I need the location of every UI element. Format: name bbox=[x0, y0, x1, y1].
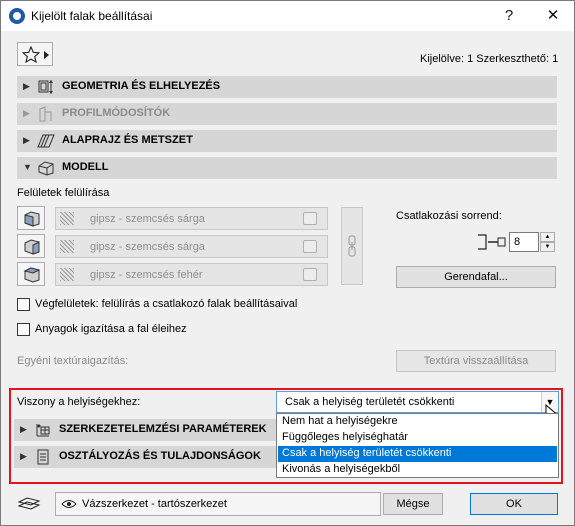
material-name: gipsz - szemcsés sárga bbox=[90, 241, 205, 253]
surface-outside-button[interactable] bbox=[17, 206, 45, 230]
section-model[interactable]: ▼ MODELL bbox=[17, 157, 557, 179]
align-materials-checkbox[interactable] bbox=[17, 323, 30, 336]
archicad-app-icon bbox=[9, 8, 25, 24]
texture-label: Egyéni textúraigazítás: bbox=[17, 355, 129, 367]
surface-material-3[interactable]: gipsz - szemcsés fehér bbox=[55, 263, 328, 286]
layer-select[interactable]: Vázszerkezet - tartószerkezet bbox=[55, 492, 381, 516]
end-surfaces-label: Végfelületek: felülírás a csatlakozó fal… bbox=[35, 298, 298, 310]
surfaces-label: Felületek felülírása bbox=[17, 187, 110, 199]
end-surfaces-checkbox[interactable] bbox=[17, 298, 30, 311]
surface-material-2[interactable]: gipsz - szemcsés sárga bbox=[55, 235, 328, 258]
spin-down-button[interactable]: ▼ bbox=[540, 242, 555, 252]
chain-link-icon bbox=[348, 235, 356, 257]
spin-up-button[interactable]: ▲ bbox=[540, 232, 555, 242]
section-label: ALAPRAJZ ÉS METSZET bbox=[62, 134, 193, 146]
expand-arrow-icon: ▶ bbox=[23, 81, 30, 91]
help-button[interactable]: ? bbox=[495, 4, 523, 28]
image-icon bbox=[303, 212, 317, 225]
ok-button[interactable]: OK bbox=[470, 493, 558, 515]
reset-texture-button[interactable]: Textúra visszaállítása bbox=[396, 350, 556, 372]
material-swatch bbox=[60, 268, 74, 281]
window-title: Kijelölt falak beállításai bbox=[31, 9, 153, 23]
selection-info: Kijelölve: 1 Szerkeszthető: 1 bbox=[420, 53, 559, 65]
chevron-right-icon bbox=[44, 51, 49, 59]
section-classification[interactable]: ▶ OSZTÁLYOZÁS ÉS TULAJDONSÁGOK bbox=[14, 446, 276, 468]
chain-link-button[interactable] bbox=[341, 207, 363, 285]
geometry-icon bbox=[38, 80, 53, 94]
surface-inside-button[interactable] bbox=[17, 262, 45, 286]
expand-arrow-icon: ▶ bbox=[23, 135, 30, 145]
zone-relation-dropdown: Nem hat a helyiségekre Függőleges helyis… bbox=[276, 413, 559, 478]
beam-wall-button[interactable]: Gerendafal... bbox=[396, 266, 556, 288]
dropdown-option[interactable]: Kivonás a helyiségekből bbox=[278, 462, 557, 478]
dropdown-option-selected[interactable]: Csak a helyiség területét csökkenti bbox=[278, 446, 557, 462]
image-icon bbox=[303, 240, 317, 253]
zone-relation-label: Viszony a helyiségekhez: bbox=[17, 396, 141, 408]
material-swatch bbox=[60, 212, 74, 225]
classification-icon bbox=[37, 449, 49, 465]
section-structural-analysis[interactable]: ▶ SZERKEZETELEMZÉSI PARAMÉTEREK bbox=[14, 419, 276, 441]
section-label: SZERKEZETELEMZÉSI PARAMÉTEREK bbox=[59, 423, 267, 435]
expand-arrow-icon: ▶ bbox=[20, 424, 27, 434]
material-name: gipsz - szemcsés fehér bbox=[90, 269, 203, 281]
star-icon bbox=[22, 46, 40, 63]
material-swatch bbox=[60, 240, 74, 253]
image-icon bbox=[303, 268, 317, 281]
dropdown-option[interactable]: Nem hat a helyiségekre bbox=[278, 414, 557, 430]
section-profile-modifiers[interactable]: ▶ PROFILMÓDOSÍTÓK bbox=[17, 103, 557, 125]
wall-face-inside-icon bbox=[23, 267, 41, 283]
collapse-arrow-icon: ▼ bbox=[23, 162, 32, 172]
floor-plan-icon bbox=[37, 134, 55, 148]
connection-order-input[interactable]: 8 bbox=[509, 232, 539, 252]
cancel-button[interactable]: Mégse bbox=[383, 493, 443, 515]
dropdown-option[interactable]: Függőleges helyiséghatár bbox=[278, 430, 557, 446]
close-button[interactable]: ✕ bbox=[539, 4, 567, 28]
section-label: PROFILMÓDOSÍTÓK bbox=[62, 107, 171, 119]
surface-material-1[interactable]: gipsz - szemcsés sárga bbox=[55, 207, 328, 230]
eye-icon bbox=[61, 500, 77, 508]
wall-face-edge-icon bbox=[24, 239, 40, 255]
profile-modifier-icon bbox=[39, 106, 52, 122]
title-bar: Kijelölt falak beállításai ? ✕ bbox=[1, 1, 574, 31]
expand-arrow-icon: ▶ bbox=[23, 108, 30, 118]
surface-edge-button[interactable] bbox=[17, 234, 45, 258]
section-geometry[interactable]: ▶ GEOMETRIA ÉS ELHELYEZÉS bbox=[17, 76, 557, 98]
layer-name: Vázszerkezet - tartószerkezet bbox=[82, 498, 227, 510]
favorites-button[interactable] bbox=[17, 42, 53, 66]
wall-face-outside-icon bbox=[24, 211, 40, 227]
selected-value: Csak a helyiség területét csökkenti bbox=[285, 396, 455, 408]
section-label: MODELL bbox=[62, 161, 109, 173]
section-floor-plan[interactable]: ▶ ALAPRAJZ ÉS METSZET bbox=[17, 130, 557, 152]
expand-arrow-icon: ▶ bbox=[20, 451, 27, 461]
zone-relation-select[interactable]: Csak a helyiség területét csökkenti ▼ bbox=[276, 391, 559, 413]
layer-icon bbox=[17, 497, 41, 510]
model-icon bbox=[38, 161, 54, 176]
connection-order-icon bbox=[478, 234, 506, 250]
section-label: OSZTÁLYOZÁS ÉS TULAJDONSÁGOK bbox=[59, 450, 261, 462]
material-name: gipsz - szemcsés sárga bbox=[90, 213, 205, 225]
structural-analysis-icon bbox=[36, 424, 50, 437]
connection-order-label: Csatlakozási sorrend: bbox=[396, 210, 502, 222]
align-materials-label: Anyagok igazítása a fal éleihez bbox=[35, 323, 187, 335]
section-label: GEOMETRIA ÉS ELHELYEZÉS bbox=[62, 80, 221, 92]
